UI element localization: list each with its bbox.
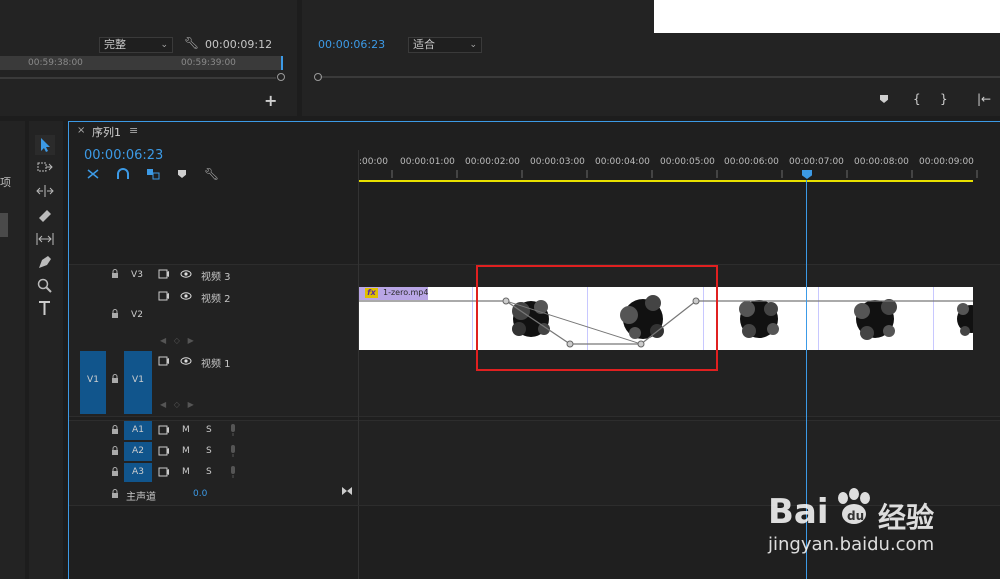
source-playhead-marker xyxy=(281,56,283,70)
paw-icon: du xyxy=(832,486,876,530)
film-icon[interactable] xyxy=(158,446,170,456)
lock-icon[interactable] xyxy=(111,489,119,498)
quality-value: 完整 xyxy=(104,38,126,51)
lock-icon[interactable] xyxy=(111,425,119,434)
ripple-edit-tool-icon[interactable] xyxy=(36,183,54,199)
pen-tool-icon[interactable] xyxy=(36,254,54,270)
slip-tool-icon[interactable] xyxy=(35,231,55,247)
source-timecode: 00:00:09:12 xyxy=(205,38,273,51)
program-scrub-bar[interactable] xyxy=(320,76,1000,78)
lock-icon[interactable] xyxy=(111,374,119,383)
track-label-v2[interactable]: V2 xyxy=(126,310,148,320)
mic-icon[interactable] xyxy=(229,445,237,457)
quality-dropdown[interactable]: 完整 ⌄ xyxy=(99,37,173,53)
track-name-v1: 视频 1 xyxy=(201,359,231,370)
source-patch-label: V1 xyxy=(87,375,99,385)
go-to-in-button[interactable]: |← xyxy=(977,92,991,106)
razor-tool-icon[interactable] xyxy=(36,207,54,223)
master-volume-value[interactable]: 0.0 xyxy=(193,489,207,499)
source-ruler-tick-1: 00:59:38:00 xyxy=(28,58,83,68)
track-label-a2: A2 xyxy=(132,446,144,456)
ruler-tick: 00:00:08:00 xyxy=(854,157,909,167)
ruler-tick: 00:00:01:00 xyxy=(400,157,455,167)
close-icon[interactable]: × xyxy=(77,125,85,136)
zoom-tool-icon[interactable] xyxy=(36,277,54,293)
solo-button[interactable]: S xyxy=(206,467,212,477)
mark-in-button[interactable]: { xyxy=(913,92,921,106)
panel-menu-icon[interactable]: ≡ xyxy=(129,124,138,137)
keyframe-nav[interactable]: ◀ ◇ ▶ xyxy=(160,400,194,409)
fit-value: 适合 xyxy=(413,38,435,51)
ruler-tick: 00:00:06:00 xyxy=(724,157,779,167)
master-track-name: 主声道 xyxy=(126,492,156,503)
mic-icon[interactable] xyxy=(229,466,237,478)
program-video-preview xyxy=(654,0,1000,33)
mute-button[interactable]: M xyxy=(182,425,190,435)
watermark-url: jingyan.baidu.com xyxy=(768,534,935,555)
linked-selection-icon[interactable] xyxy=(146,168,160,180)
highlight-box xyxy=(476,265,718,371)
lock-icon[interactable] xyxy=(111,446,119,455)
wrench-icon[interactable]: 🔧︎ xyxy=(204,167,219,181)
project-list-item[interactable] xyxy=(0,213,8,237)
source-scrub-bar[interactable] xyxy=(0,77,276,79)
go-to-end-icon[interactable] xyxy=(341,486,353,496)
mute-button[interactable]: M xyxy=(182,467,190,477)
keyframe-nav[interactable]: ◀ ◇ ▶ xyxy=(160,336,194,345)
wrench-icon[interactable]: 🔧︎ xyxy=(184,36,199,50)
solo-button[interactable]: S xyxy=(206,425,212,435)
mark-out-button[interactable]: } xyxy=(940,92,948,106)
mic-icon[interactable] xyxy=(229,424,237,436)
fit-dropdown[interactable]: 适合 ⌄ xyxy=(408,37,482,53)
source-ruler-tick-2: 00:59:39:00 xyxy=(181,58,236,68)
track-label-v3[interactable]: V3 xyxy=(126,270,148,280)
source-scrub-handle[interactable] xyxy=(277,73,285,81)
selection-tool-icon[interactable] xyxy=(35,135,55,155)
ruler-tick: 00:00:05:00 xyxy=(660,157,715,167)
type-tool-icon[interactable] xyxy=(36,300,54,316)
ruler-tick: 00:00:09:00 xyxy=(919,157,974,167)
ruler-tick-marks xyxy=(391,170,978,178)
nest-icon[interactable] xyxy=(86,168,100,180)
mute-button[interactable]: M xyxy=(182,446,190,456)
chevron-down-icon: ⌄ xyxy=(469,40,477,50)
track-label-a1: A1 xyxy=(132,425,144,435)
sequence-tab[interactable]: 序列1 xyxy=(92,124,121,140)
chevron-down-icon: ⌄ xyxy=(160,40,168,50)
track-name-v2: 视频 2 xyxy=(201,294,231,305)
svg-text:du: du xyxy=(847,509,864,523)
track-label-a3: A3 xyxy=(132,467,144,477)
watermark-brand: Bai xyxy=(768,492,829,532)
project-panel-label: 项 xyxy=(0,176,11,189)
sequence-timecode: 00:00:06:23 xyxy=(84,148,164,163)
film-icon[interactable] xyxy=(158,291,170,301)
work-area-bar[interactable] xyxy=(359,180,973,182)
track-label-v1: V1 xyxy=(132,375,144,385)
solo-button[interactable]: S xyxy=(206,446,212,456)
track-select-tool-icon[interactable] xyxy=(36,159,54,175)
lock-icon[interactable] xyxy=(111,309,119,318)
eye-icon[interactable] xyxy=(180,291,192,301)
ruler-tick: 00:00:07:00 xyxy=(789,157,844,167)
add-button[interactable]: + xyxy=(264,91,277,110)
film-icon[interactable] xyxy=(158,356,170,366)
track-name-v3: 视频 3 xyxy=(201,272,231,283)
film-icon[interactable] xyxy=(158,467,170,477)
program-scrub-handle[interactable] xyxy=(314,73,322,81)
program-timecode: 00:00:06:23 xyxy=(318,38,386,51)
ruler-tick: 00:00:03:00 xyxy=(530,157,585,167)
watermark-logo: Bai du 经验 xyxy=(768,488,958,534)
film-icon[interactable] xyxy=(158,269,170,279)
ruler-tick: :00:00 xyxy=(359,157,388,167)
eye-icon[interactable] xyxy=(180,356,192,366)
ruler-tick: 00:00:02:00 xyxy=(465,157,520,167)
lock-icon[interactable] xyxy=(111,269,119,278)
watermark-brand2: 经验 xyxy=(878,501,935,534)
film-icon[interactable] xyxy=(158,425,170,435)
ruler-tick: 00:00:04:00 xyxy=(595,157,650,167)
eye-icon[interactable] xyxy=(180,269,192,279)
snap-icon[interactable] xyxy=(116,168,130,180)
lock-icon[interactable] xyxy=(111,467,119,476)
